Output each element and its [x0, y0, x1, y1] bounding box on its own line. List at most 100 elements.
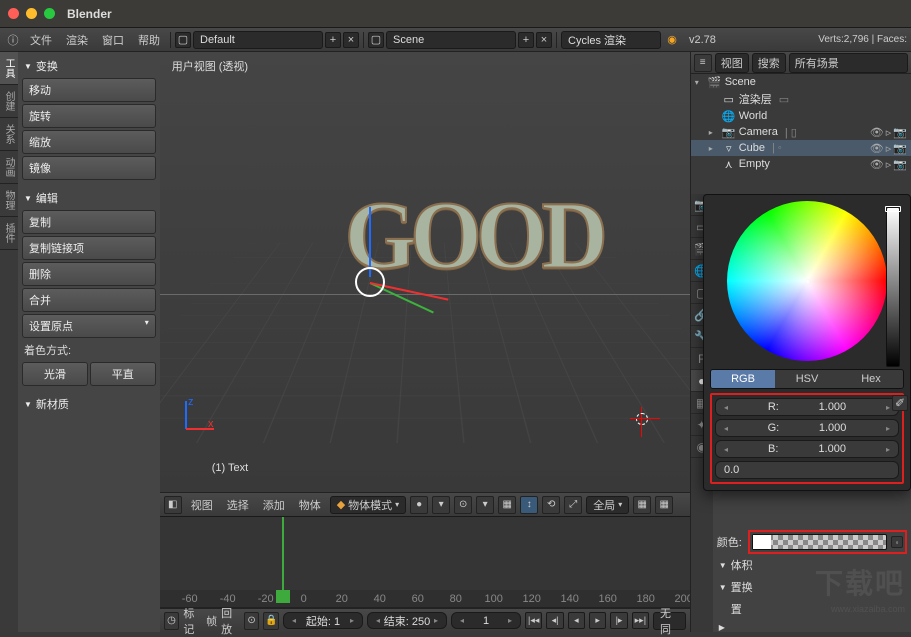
tl-frame-menu[interactable]: 帧 [206, 613, 217, 629]
maximize-window-button[interactable] [44, 8, 55, 19]
outliner-row[interactable]: 🌐World [691, 108, 911, 124]
outliner-row[interactable]: ▾🎬Scene [691, 74, 911, 90]
shading-dropdown-icon[interactable]: ▾ [432, 496, 450, 514]
visibility-icon[interactable]: 👁 [870, 142, 884, 155]
playhead-marker[interactable] [276, 590, 290, 603]
value-slider[interactable] [886, 207, 900, 367]
scale-button[interactable]: 缩放 [22, 130, 156, 154]
color-wheel[interactable] [727, 201, 887, 361]
render-engine-dropdown[interactable]: Cycles 渲染 [561, 31, 661, 49]
pivot-icon[interactable]: ⊙ [454, 496, 472, 514]
menu-file[interactable]: 文件 [24, 30, 58, 50]
header-object[interactable]: 物体 [294, 495, 326, 515]
outliner-view-menu[interactable]: 视图 [715, 53, 749, 73]
shade-smooth-button[interactable]: 光滑 [22, 362, 88, 386]
timeline-ruler[interactable]: -60-40-200204060801001201401601802002202… [160, 590, 690, 608]
back-to-previous-button[interactable]: ▢ [175, 32, 191, 48]
eyedropper-button[interactable]: ✐ [892, 395, 908, 411]
jump-start-button[interactable]: |◂◂ [525, 612, 542, 629]
visibility-icon[interactable]: 👁 [870, 126, 884, 139]
manipulator-rotate-icon[interactable]: ⟲ [542, 496, 560, 514]
duplicate-linked-button[interactable]: 复制链接项 [22, 236, 156, 260]
panel-newmaterial-header[interactable]: ▼新材质 [22, 394, 156, 414]
value-slider-handle[interactable] [885, 206, 901, 212]
rgb-tab[interactable]: RGB [711, 370, 775, 388]
text-object[interactable]: GOOD [345, 179, 602, 290]
selectable-icon[interactable]: ▹ [886, 126, 892, 139]
shade-flat-button[interactable]: 平直 [90, 362, 156, 386]
sync-dropdown[interactable]: 无同 [653, 612, 686, 630]
outliner-row[interactable]: ▸▿Cube| ◦👁▹📷 [691, 140, 911, 156]
header-add[interactable]: 添加 [258, 495, 290, 515]
header-select[interactable]: 选择 [222, 495, 254, 515]
tab-relations[interactable]: 关系 [0, 118, 18, 151]
renderable-icon[interactable]: 📷 [893, 158, 907, 171]
menu-window[interactable]: 窗口 [96, 30, 130, 50]
menu-render[interactable]: 渲染 [60, 30, 94, 50]
keyframe-next-button[interactable]: |▸ [610, 612, 627, 629]
minimize-window-button[interactable] [26, 8, 37, 19]
expand-icon[interactable]: ▸ [709, 128, 719, 137]
tab-create[interactable]: 创建 [0, 85, 18, 118]
start-frame-field[interactable]: ◂起始: 1▸ [283, 612, 363, 629]
outliner-search-field[interactable]: 搜索 [752, 53, 786, 73]
scene-add-button[interactable]: + [518, 32, 534, 48]
selectable-icon[interactable]: ▹ [886, 158, 892, 171]
layout-remove-button[interactable]: × [343, 32, 359, 48]
renderable-icon[interactable]: 📷 [893, 142, 907, 155]
layers-grid-1[interactable]: ▦ [633, 496, 651, 514]
outliner-row[interactable]: ▸📷Camera| ▯👁▹📷 [691, 124, 911, 140]
scene-remove-button[interactable]: × [536, 32, 552, 48]
rotate-button[interactable]: 旋转 [22, 104, 156, 128]
shading-solid-icon[interactable]: ● [410, 496, 428, 514]
manipulator-translate-icon[interactable]: ↕ [520, 496, 538, 514]
volume-section-header[interactable]: ▼体积 [717, 554, 907, 576]
end-frame-field[interactable]: ◂结束: 250▸ [367, 612, 447, 629]
delete-button[interactable]: 删除 [22, 262, 156, 286]
hsv-tab[interactable]: HSV [775, 370, 839, 388]
expand-icon[interactable]: ▸ [709, 144, 719, 153]
color-node-button[interactable]: ◦ [891, 536, 903, 548]
gizmo-center[interactable] [355, 267, 385, 297]
lock-button[interactable]: 🔒 [263, 612, 279, 630]
close-window-button[interactable] [8, 8, 19, 19]
auto-keyframe-button[interactable]: ⊙ [244, 612, 260, 630]
set-origin-dropdown[interactable]: 设置原点▾ [22, 314, 156, 338]
blender-icon[interactable]: ⓘ [4, 31, 22, 49]
current-frame-field[interactable]: ◂1▸ [451, 612, 521, 629]
mode-dropdown[interactable]: ◆物体模式▾ [330, 496, 406, 514]
displacement-section-header[interactable]: ▼置换 [717, 576, 907, 598]
mirror-button[interactable]: 镜像 [22, 156, 156, 180]
pivot-dropdown-icon[interactable]: ▾ [476, 496, 494, 514]
expand-icon[interactable]: ▾ [695, 78, 705, 87]
scene-browse-button[interactable]: ▢ [368, 32, 384, 48]
scene-field[interactable]: Scene [386, 31, 516, 49]
tab-tools[interactable]: 工具 [0, 52, 18, 85]
play-reverse-button[interactable]: ◂ [568, 612, 585, 629]
panel-edit-header[interactable]: ▼编辑 [22, 188, 156, 208]
panel-transform-header[interactable]: ▼变换 [22, 56, 156, 76]
duplicate-button[interactable]: 复制 [22, 210, 156, 234]
tab-animation[interactable]: 动画 [0, 151, 18, 184]
hex-tab[interactable]: Hex [839, 370, 903, 388]
settings-section-header[interactable]: ▶ [717, 620, 907, 632]
alpha-field[interactable]: 0.0 [715, 461, 899, 479]
surface-color-swatch[interactable] [752, 534, 887, 550]
g-field[interactable]: ◂G:1.000▸ [715, 419, 899, 437]
keyframe-prev-button[interactable]: ◂| [546, 612, 563, 629]
translate-button[interactable]: 移动 [22, 78, 156, 102]
outliner-row[interactable]: ⋏Empty👁▹📷 [691, 156, 911, 172]
visibility-icon[interactable]: 👁 [870, 158, 884, 171]
renderable-icon[interactable]: 📷 [893, 126, 907, 139]
playhead[interactable] [282, 517, 284, 590]
outliner-row[interactable]: ▭渲染层▭ [691, 90, 911, 108]
layout-add-button[interactable]: + [325, 32, 341, 48]
tab-addons[interactable]: 插件 [0, 217, 18, 250]
orientation-dropdown[interactable]: 全局▾ [586, 496, 629, 514]
color-wheel-cursor[interactable] [805, 279, 811, 285]
screen-layout-field[interactable]: Default [193, 31, 323, 49]
outliner-filter-dropdown[interactable]: 所有场景 [789, 53, 908, 73]
jump-end-button[interactable]: ▸▸| [632, 612, 649, 629]
manipulator-scale-icon[interactable]: ⤢ [564, 496, 582, 514]
outliner-editor-type-icon[interactable]: ≡ [694, 54, 712, 72]
